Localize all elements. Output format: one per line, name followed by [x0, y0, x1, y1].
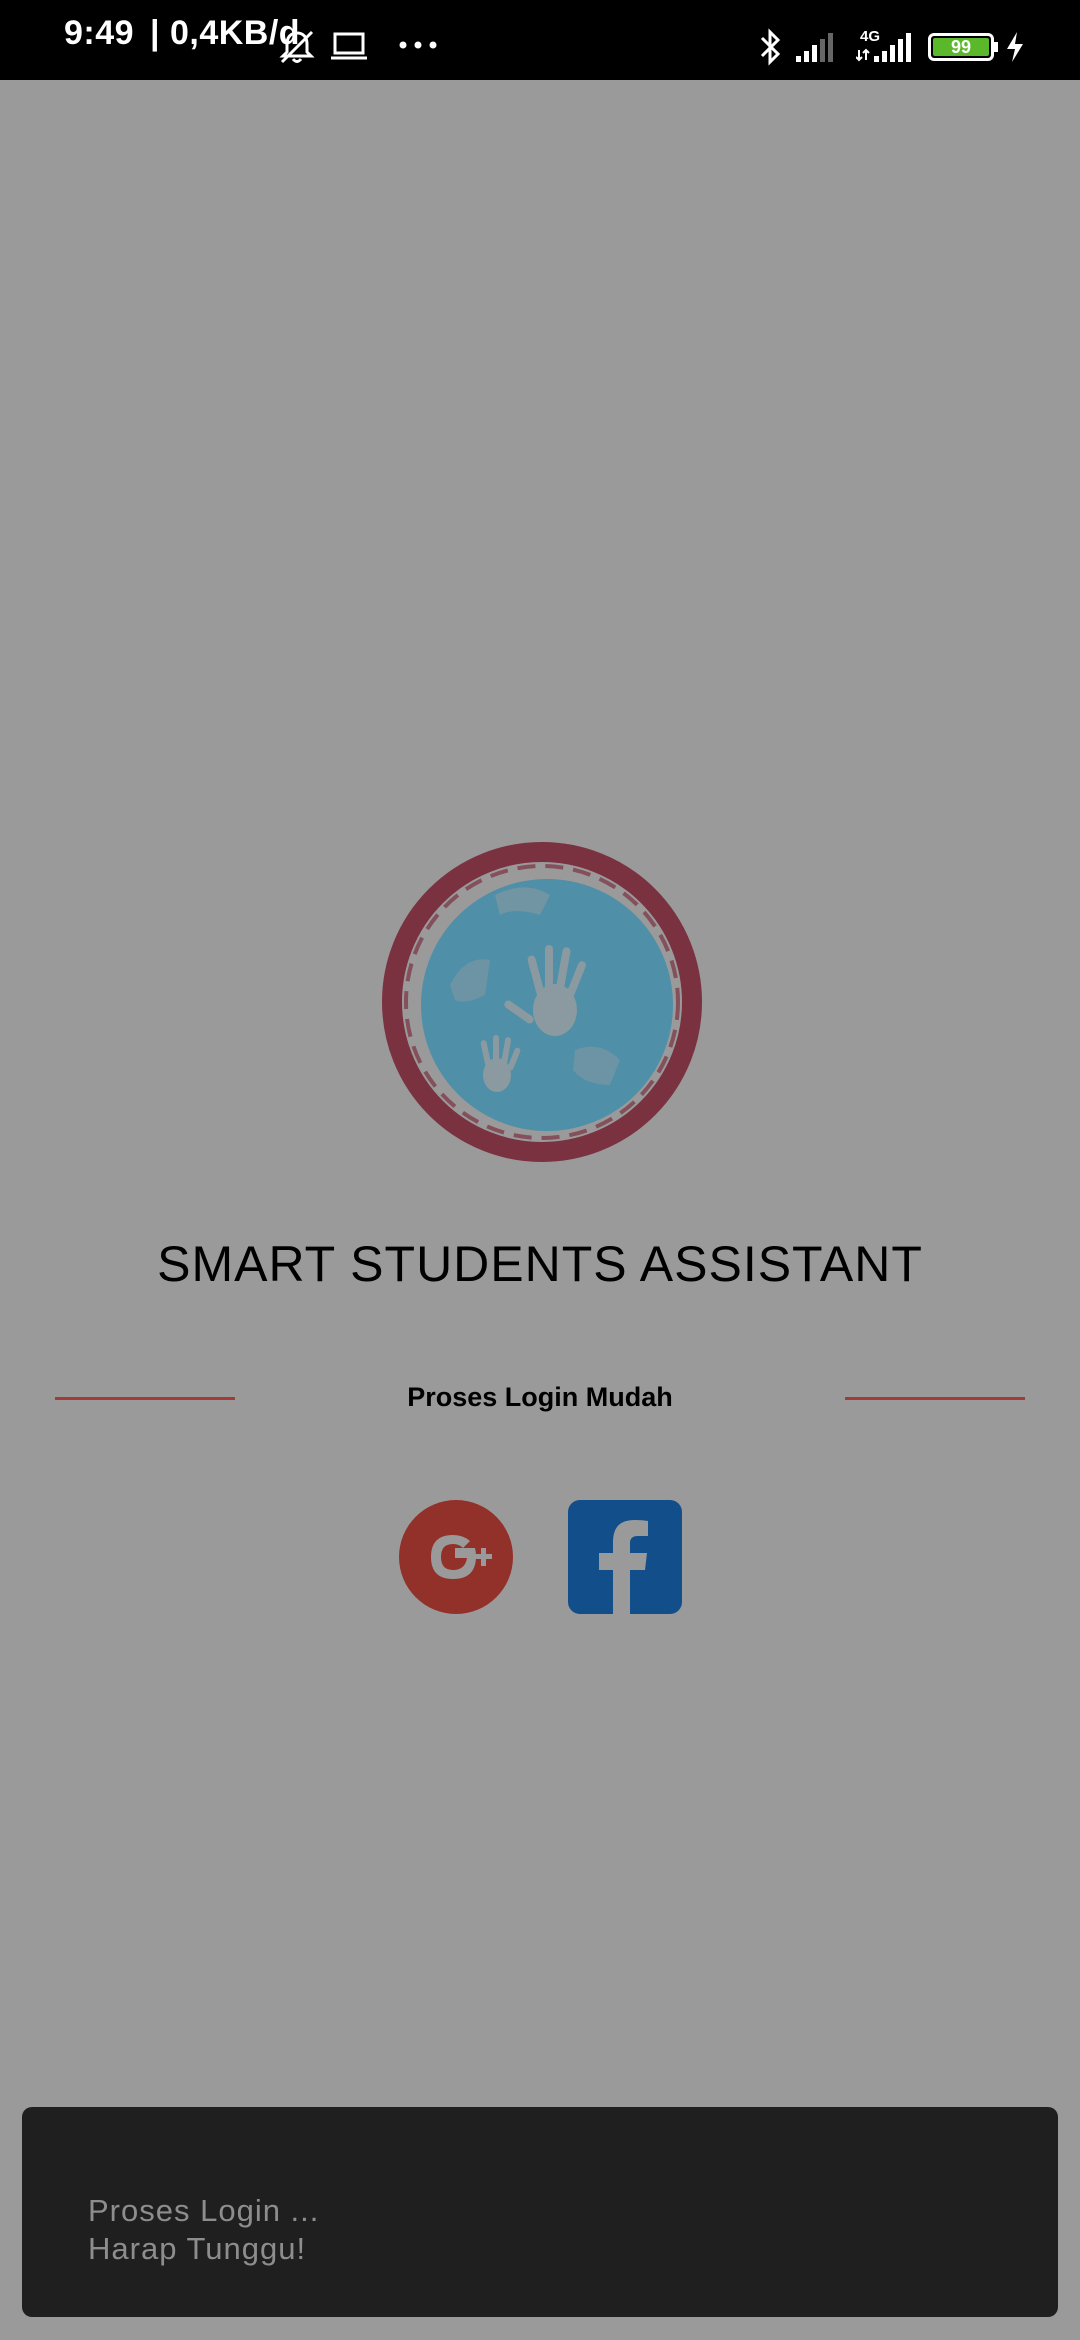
signal-icon	[796, 33, 833, 62]
bluetooth-icon	[760, 28, 781, 66]
app-logo-icon	[382, 842, 702, 1162]
login-screen: SMART STUDENTS ASSISTANT Proses Login Mu…	[0, 80, 1080, 2340]
alarm-off-icon	[279, 30, 315, 64]
app-title: SMART STUDENTS ASSISTANT	[157, 1236, 923, 1292]
facebook-icon	[599, 1520, 648, 1614]
clock-text: 9:49	[64, 14, 135, 52]
charging-icon	[1007, 32, 1023, 62]
battery-level: 99	[950, 37, 972, 57]
more-dots-icon	[399, 41, 437, 49]
loading-toast: Proses Login ... Harap Tunggu!	[22, 2107, 1058, 2317]
google-login-button[interactable]	[399, 1500, 513, 1614]
status-time: 9:49 | 0,4KB/d	[64, 14, 300, 53]
signal-4g-icon	[856, 33, 911, 62]
toast-line-1: Proses Login ...	[88, 2193, 320, 2228]
google-plus-icon	[431, 1535, 492, 1579]
toast-line-2: Harap Tunggu!	[88, 2231, 307, 2266]
laptop-icon	[331, 32, 367, 60]
battery-icon: 99	[928, 33, 994, 61]
divider-right	[845, 1397, 1025, 1400]
status-bar: 9:49 | 0,4KB/d 4G 99	[0, 0, 1080, 80]
facebook-login-button[interactable]	[568, 1500, 682, 1614]
battery-tip	[994, 42, 998, 52]
